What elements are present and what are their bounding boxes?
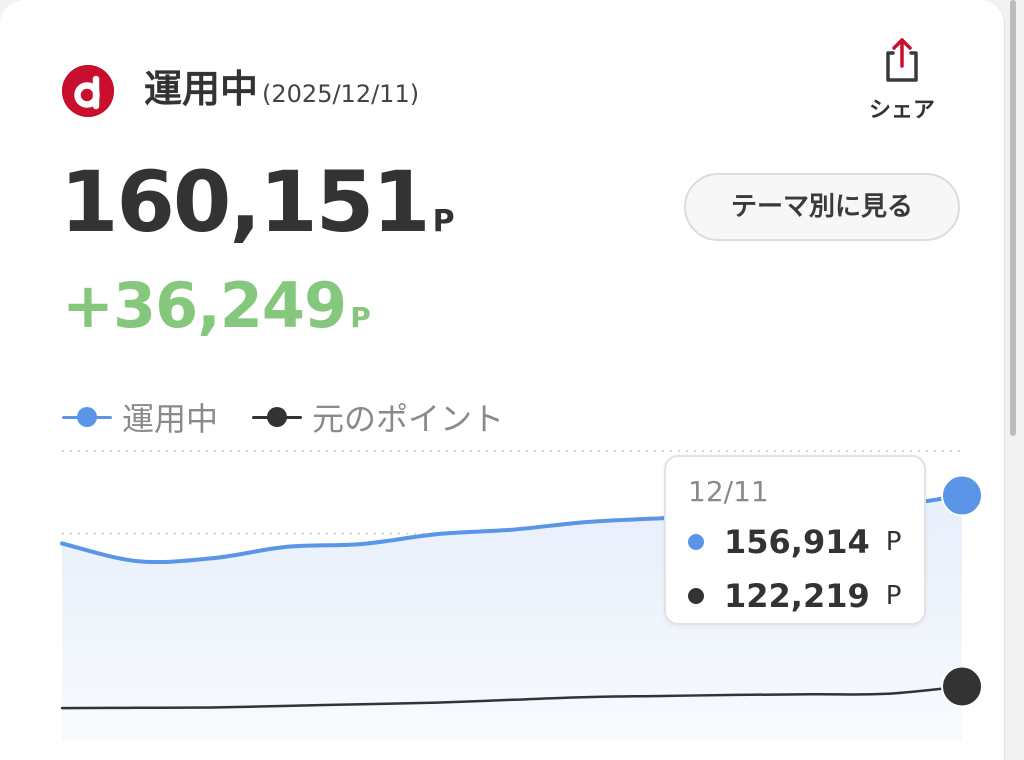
legend-marker-operating <box>62 407 112 427</box>
gain-unit: P <box>350 301 371 334</box>
title-text: 運用中 <box>144 67 259 111</box>
tooltip-dot-principal <box>688 588 704 604</box>
balance-unit: P <box>432 204 455 239</box>
tooltip-dot-operating <box>688 534 704 550</box>
chart-legend: 運用中 元のポイント <box>62 394 538 440</box>
tooltip-value-principal: 122,219 <box>724 577 870 615</box>
tooltip-unit-operating: P <box>885 527 902 557</box>
legend-marker-principal <box>252 407 303 427</box>
tooltip-unit-principal: P <box>885 581 902 611</box>
tooltip-row-principal: 122,219 P <box>688 577 901 615</box>
legend-item-principal: 元のポイント <box>252 394 504 440</box>
endpoint-marker-principal <box>941 665 983 708</box>
d-point-logo-icon <box>62 65 114 117</box>
legend-label-principal: 元のポイント <box>312 400 505 438</box>
tooltip-row-operating: 156,914 P <box>688 523 901 561</box>
page-title: 運用中 (2025/12/11) <box>144 62 419 116</box>
portfolio-card: 運用中 (2025/12/11) シェア 160,151 P テーマ別に見る +… <box>0 0 1005 760</box>
balance-value: 160,151 <box>60 153 431 251</box>
endpoint-marker-operating <box>941 474 983 517</box>
tooltip-value-operating: 156,914 <box>724 523 870 561</box>
legend-label-operating: 運用中 <box>122 400 219 438</box>
gain-display: +36,249 P <box>62 266 371 346</box>
legend-item-operating: 運用中 <box>62 394 218 440</box>
view-by-theme-button[interactable]: テーマ別に見る <box>684 173 960 241</box>
share-label: シェア <box>868 98 935 123</box>
scrollbar[interactable] <box>1010 0 1016 436</box>
tooltip-date: 12/11 <box>688 475 769 508</box>
balance-display: 160,151 P <box>60 154 455 250</box>
share-upload-icon <box>878 36 926 84</box>
gain-value: +36,249 <box>62 269 347 342</box>
title-date: (2025/12/11) <box>262 80 420 108</box>
share-button[interactable]: シェア <box>858 36 946 128</box>
chart-tooltip: 12/11 156,914 P 122,219 P <box>664 455 926 625</box>
